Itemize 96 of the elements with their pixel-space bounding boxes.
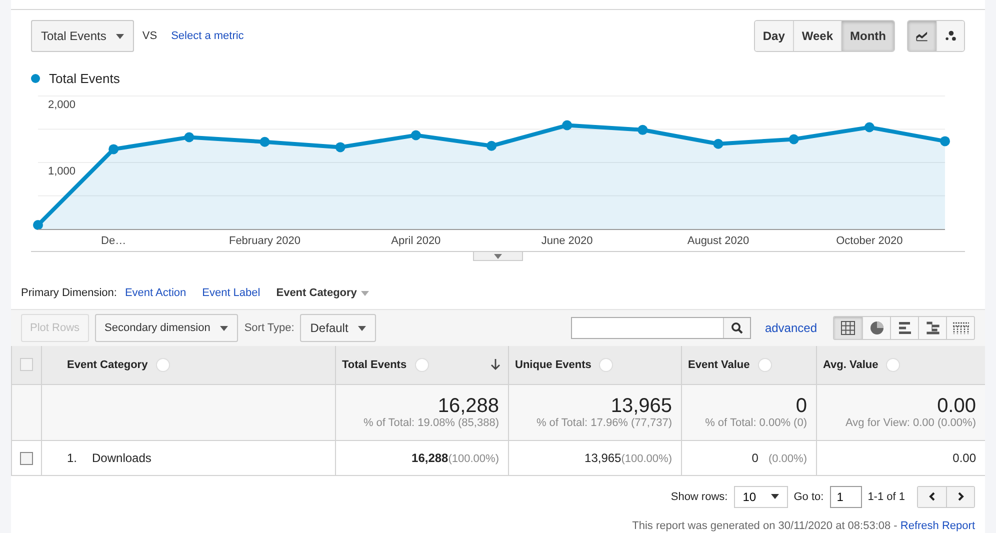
metric-dropdown[interactable]: Total Events	[31, 20, 134, 52]
goto-label: Go to:	[794, 490, 824, 502]
collapse-chart-button[interactable]	[473, 252, 523, 261]
table-cell: 13,965	[584, 450, 622, 464]
sort-type-dropdown[interactable]: Default	[300, 314, 376, 342]
column-header[interactable]: Avg. Value	[816, 346, 986, 384]
total-note: % of Total: 0.00% (0)	[704, 417, 807, 429]
column-title: Unique Events	[515, 358, 592, 371]
view-button[interactable]	[946, 317, 974, 339]
rows-per-page-select[interactable]: 10	[734, 486, 788, 508]
page-input[interactable]: 1	[830, 486, 862, 508]
x-axis-label: February 2020	[228, 235, 301, 247]
search-field[interactable]	[570, 317, 751, 339]
search-button[interactable]	[722, 318, 750, 338]
data-point[interactable]	[486, 140, 496, 151]
report-generated-note: This report was generated on 30/11/2020 at 08:53:08 - Refresh Report	[631, 520, 975, 532]
data-point[interactable]	[108, 144, 119, 154]
sort-type-label: Sort Type:	[244, 322, 294, 334]
column-title: Event Category	[67, 358, 148, 371]
share-value: (100.00%)	[448, 452, 499, 464]
table-cell: 16,288	[412, 450, 448, 464]
select-all-checkbox[interactable]	[20, 358, 33, 372]
caret-icon	[220, 326, 228, 330]
refresh-report-link[interactable]: Refresh Report	[900, 520, 975, 532]
pivot-icon	[952, 321, 970, 335]
row-name-link[interactable]: Downloads	[92, 450, 152, 464]
x-axis-label: April 2020	[391, 235, 441, 247]
data-point[interactable]	[335, 142, 346, 152]
primary-dimension-label: Primary Dimension:	[21, 287, 117, 299]
total-value: 0	[794, 395, 807, 417]
column-header[interactable]: Unique Events	[508, 346, 682, 384]
row-index: 1.	[67, 450, 78, 464]
page-range: 1-1 of 1	[868, 490, 905, 502]
data-point[interactable]	[713, 138, 724, 149]
total-note: Avg for View: 0.00 (0.00%)	[844, 417, 976, 429]
interval-button[interactable]: Week	[792, 21, 842, 51]
caret-icon	[494, 254, 502, 258]
vs-label: VS	[142, 30, 158, 42]
total-value: 13,965	[610, 395, 672, 417]
previous-page-button[interactable]	[918, 486, 946, 506]
bar-list-icon	[898, 321, 912, 335]
table-cell: 0	[752, 450, 758, 464]
table-cell: 0.00	[952, 450, 976, 464]
select-metric-link[interactable]: Select a metric	[171, 30, 244, 42]
total-value: 16,288	[436, 395, 499, 417]
advanced-link[interactable]: advanced	[764, 321, 817, 335]
x-axis-label: De…	[101, 235, 126, 247]
data-point[interactable]	[638, 124, 648, 135]
column-title: Avg. Value	[823, 358, 878, 371]
caret-icon	[360, 290, 369, 296]
data-point[interactable]	[410, 130, 421, 140]
data-point[interactable]	[184, 132, 194, 142]
column-title: Total Events	[342, 358, 407, 371]
data-point[interactable]	[864, 122, 874, 132]
next-page-button[interactable]	[946, 486, 974, 506]
y-axis-label: 2,000	[48, 99, 76, 111]
column-header[interactable]: Event Category	[42, 346, 336, 384]
chevron-right-icon	[958, 492, 964, 501]
data-point[interactable]	[788, 134, 799, 144]
legend-label: Total Events	[49, 70, 120, 86]
interval-button[interactable]: Month	[841, 21, 894, 51]
grid-icon	[841, 321, 855, 335]
show-rows-label: Show rows:	[670, 490, 728, 502]
search-icon	[730, 322, 743, 334]
column-title: Event Value	[688, 358, 750, 371]
x-axis-label: August 2020	[687, 235, 750, 247]
data-point[interactable]	[940, 136, 950, 146]
dimension-link[interactable]: Event Category	[276, 287, 369, 299]
x-axis-label: October 2020	[836, 235, 903, 247]
row-checkbox[interactable]	[20, 452, 33, 465]
comparison-icon	[926, 321, 940, 335]
data-point[interactable]	[260, 136, 270, 147]
chevron-left-icon	[929, 492, 935, 501]
pie-chart-icon	[870, 321, 884, 335]
total-value: 0.00	[936, 395, 976, 417]
share-value: (100.00%)	[621, 452, 672, 464]
caret-icon	[358, 326, 366, 330]
total-note: % of Total: 17.96% (77,737)	[535, 417, 672, 429]
x-axis-label: June 2020	[541, 235, 593, 247]
secondary-dimension-dropdown[interactable]: Secondary dimension	[94, 314, 238, 342]
interval-button[interactable]: Day	[754, 21, 793, 51]
caret-icon	[770, 494, 779, 499]
y-axis-label: 1,000	[48, 166, 76, 178]
share-value: (0.00%)	[768, 452, 807, 464]
chart-type-button[interactable]	[936, 21, 964, 51]
sort-arrow-icon	[491, 359, 500, 370]
data-point[interactable]	[562, 120, 572, 130]
data-point[interactable]	[33, 220, 43, 230]
column-header[interactable]: Total Events	[336, 346, 508, 384]
column-header[interactable]: Event Value	[682, 346, 816, 384]
chart-type-button[interactable]	[908, 21, 936, 51]
caret-icon	[116, 34, 124, 38]
dimension-link[interactable]: Event Action	[124, 287, 186, 299]
total-note: % of Total: 19.08% (85,388)	[362, 417, 499, 429]
view-button[interactable]	[834, 317, 862, 339]
dimension-link[interactable]: Event Label	[202, 287, 260, 299]
